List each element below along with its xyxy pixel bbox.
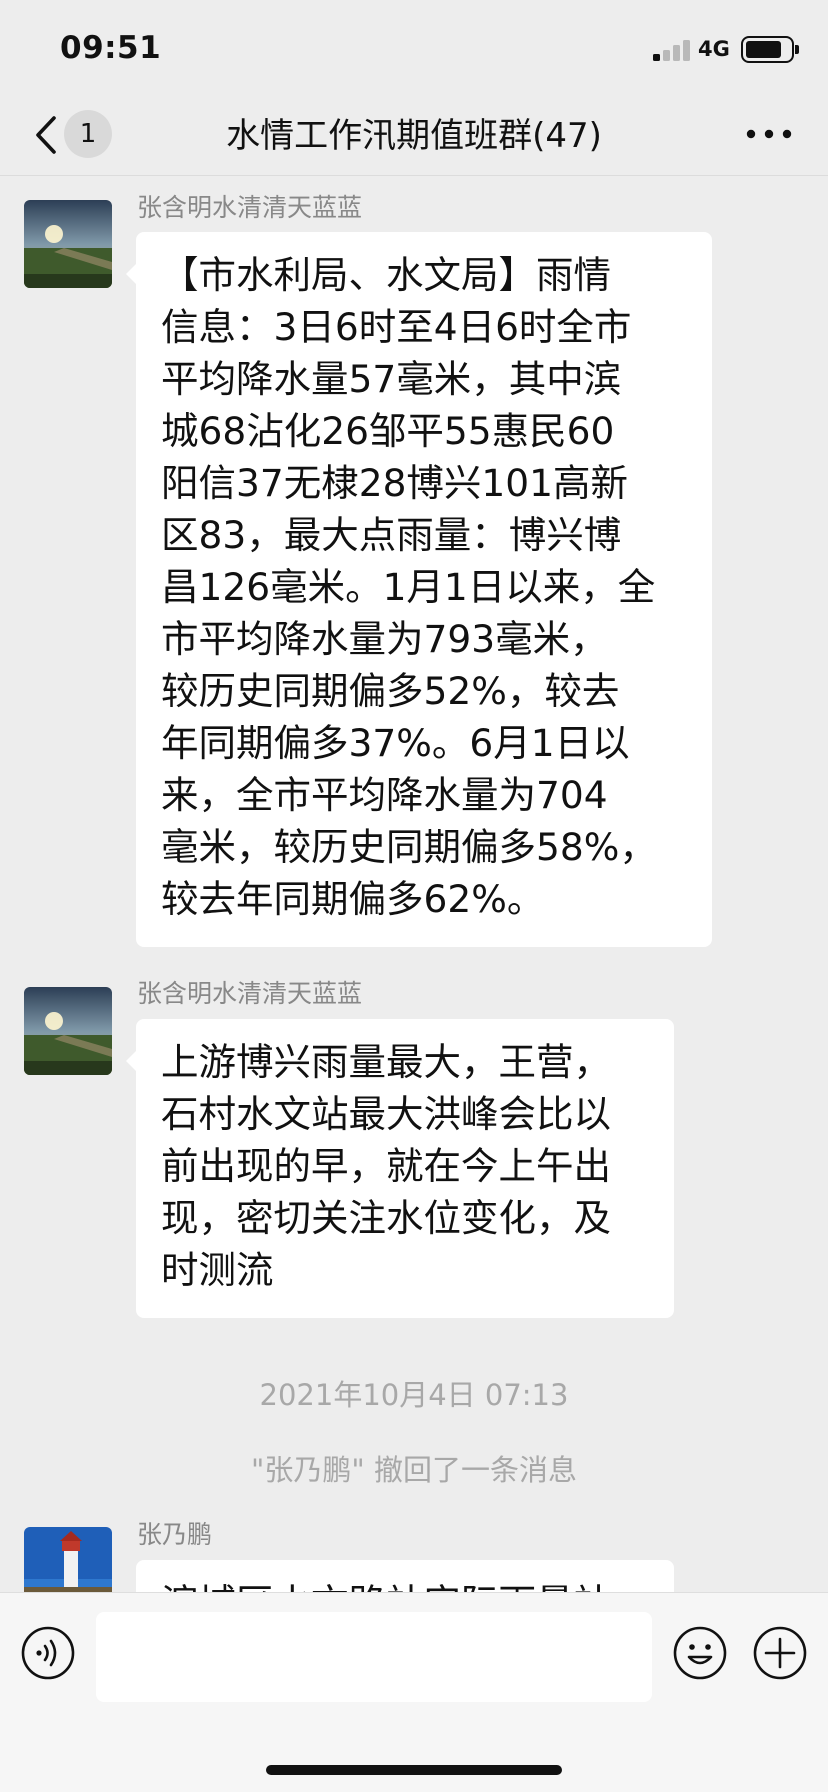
message-line: 滨城区水文路站实际雨量站 [161,1577,652,1592]
message-line: 年同期偏多37%。6月1日以 [161,721,630,765]
message-line: 现，密切关注水位变化，及 [161,1196,611,1240]
more-icon[interactable] [744,122,794,146]
message-line: 市平均降水量为793毫米， [161,617,608,661]
nav-bar: 1 水情工作汛期值班群(47) [0,100,828,176]
message-bubble[interactable]: 【市水利局、水文局】雨情 信息：3日6时至4日6时全市 平均降水量57毫米，其中… [126,232,712,947]
battery-icon [741,36,799,63]
message-bubble[interactable]: 滨城区水文路站实际雨量站 [136,1560,674,1592]
message-line: 区83，最大点雨量：博兴博 [161,513,622,557]
voice-icon[interactable] [20,1625,76,1681]
message-line: 较去年同期偏多62%。 [161,877,545,921]
message-line: 前出现的早，就在今上午出 [161,1144,611,1188]
avatar[interactable] [24,1527,112,1592]
recall-notice: "张乃鹏" 撤回了一条消息 [251,1453,577,1487]
home-indicator[interactable] [266,1765,562,1775]
message-line: 较历史同期偏多52%，较去 [161,669,620,713]
sender-name: 张含明水清清天蓝蓝 [137,979,363,1008]
message-line: 阳信37无棣28博兴101高新 [161,461,629,505]
plus-icon[interactable] [752,1625,808,1681]
input-bar [0,1592,828,1792]
chat-area[interactable]: 张含明水清清天蓝蓝 【市水利局、水文局】雨情 信息：3日6时至4日6时全市 平均… [0,177,828,1592]
message-bubble[interactable]: 上游博兴雨量最大，王营， 石村水文站最大洪峰会比以 前出现的早，就在今上午出 现… [126,1019,674,1318]
network-type: 4G [698,37,730,61]
message-line: 【市水利局、水文局】雨情 [161,253,611,297]
emoji-icon[interactable] [672,1625,728,1681]
message-line: 毫米，较历史同期偏多58%， [161,825,657,869]
message-line: 来，全市平均降水量为704 [161,773,608,817]
status-time: 09:51 [60,30,162,66]
message-line: 平均降水量57毫米，其中滨 [161,357,622,401]
message-line: 时测流 [161,1248,274,1292]
timestamp: 2021年10月4日 07:13 [259,1378,569,1412]
message-line: 城68沾化26邹平55惠民60 [161,409,615,453]
message-line: 信息：3日6时至4日6时全市 [161,305,632,349]
message-input[interactable] [96,1612,652,1702]
sender-name: 张含明水清清天蓝蓝 [137,193,363,222]
message-line: 上游博兴雨量最大，王营， [161,1040,611,1084]
status-bar: 09:51 4G [0,0,828,100]
message-line: 昌126毫米。1月1日以来，全 [161,565,656,609]
chat-title: 水情工作汛期值班群(47) [226,116,602,156]
avatar[interactable] [24,987,112,1075]
signal-icon [653,39,691,61]
sender-name: 张乃鹏 [137,1520,213,1549]
message-line: 石村水文站最大洪峰会比以 [161,1092,611,1136]
avatar[interactable] [24,200,112,288]
